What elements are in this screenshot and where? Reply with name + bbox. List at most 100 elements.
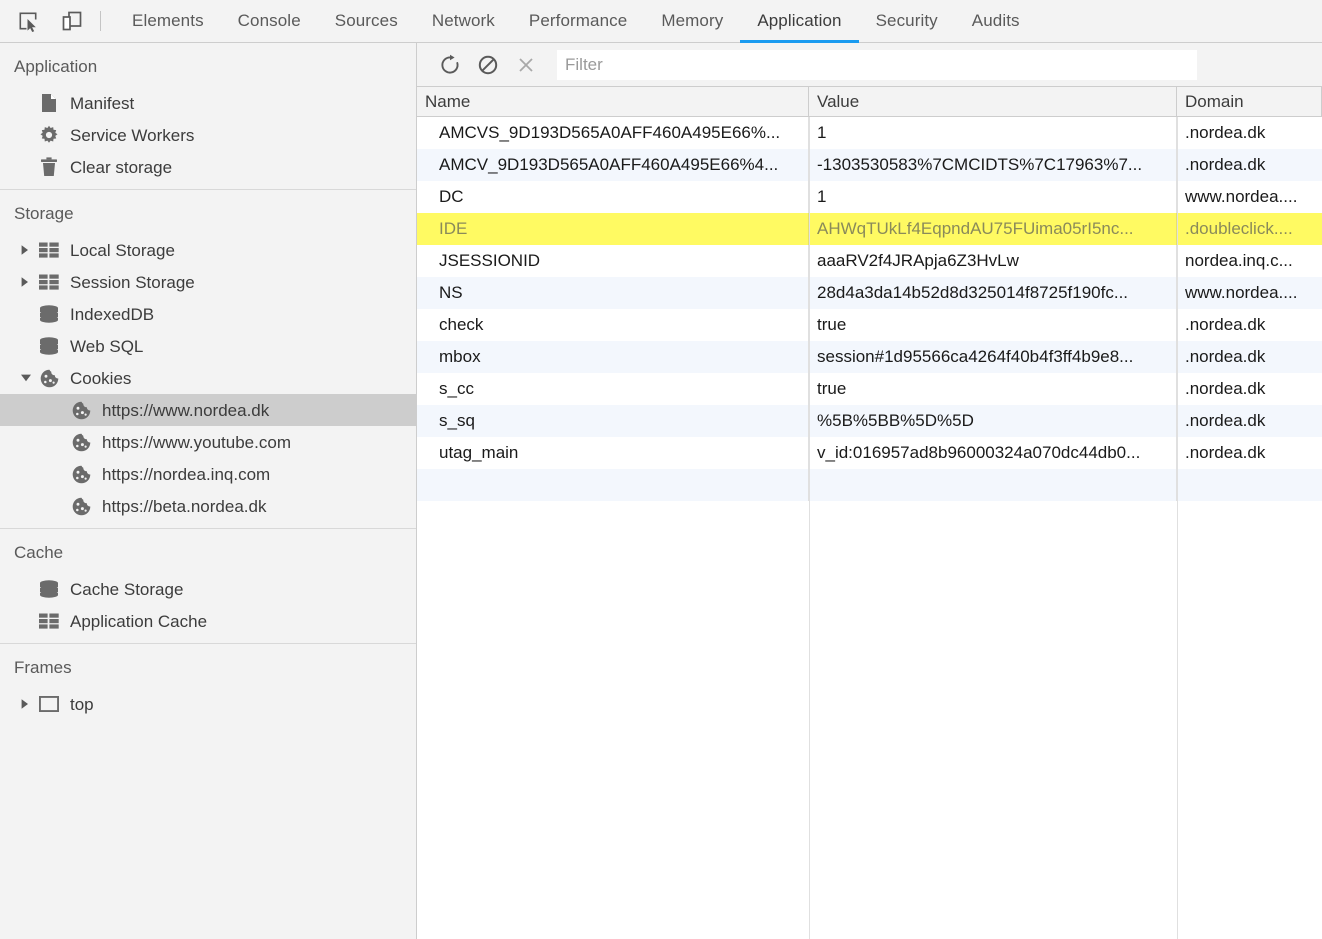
tab-security[interactable]: Security [859,0,955,42]
cell-domain: nordea.inq.c... [1177,245,1322,277]
cell-text: s_cc [439,379,474,398]
cell-domain: .nordea.dk [1177,309,1322,341]
application-sidebar: Application Manifest Service Workers Clear … [0,43,417,939]
sidebar-item-application-cache[interactable]: Application Cache [0,605,416,637]
cell-name: NS [417,277,809,309]
tab-memory[interactable]: Memory [644,0,740,42]
cell-domain: .nordea.dk [1177,405,1322,437]
tab-audits[interactable]: Audits [955,0,1037,42]
cell-domain: .doubleclick.... [1177,213,1322,245]
sidebar-item-cache-storage[interactable]: Cache Storage [0,573,416,605]
sidebar-item-https-nordea-inq-com[interactable]: https://nordea.inq.com [0,458,416,490]
cell-text: %5B%5BB%5D%5D [817,411,974,430]
cell-text: .nordea.dk [1185,379,1266,398]
delete-selected-cookie-icon[interactable] [509,48,543,82]
sidebar-section-application: Application Manifest Service Workers Clear … [0,43,416,189]
cell-text: AHWqTUkLf4EqpndAU75FUima05rI5nc... [817,219,1134,238]
table-row[interactable]: IDE AHWqTUkLf4EqpndAU75FUima05rI5nc... .do… [417,213,1322,245]
filter-input[interactable] [557,49,1197,80]
tab-sources[interactable]: Sources [318,0,415,42]
cell-domain: .nordea.dk [1177,341,1322,373]
tab-elements[interactable]: Elements [115,0,221,42]
trash-icon [36,157,62,177]
cookie-icon [68,497,94,516]
cell-value: %5B%5BB%5D%5D [809,405,1177,437]
grid-rows-container: AMCVS_9D193D565A0AFF460A495E66%... 1 .nord… [417,117,1322,501]
refresh-icon[interactable] [433,48,467,82]
table-row[interactable]: DC 1 www.nordea.... [417,181,1322,213]
table-row[interactable]: check true .nordea.dk [417,309,1322,341]
device-toolbar-icon[interactable] [58,7,86,35]
tab-console[interactable]: Console [221,0,318,42]
cell-text: mbox [439,347,481,366]
cell-name: utag_main [417,437,809,469]
chevron-down-icon[interactable] [20,373,34,383]
sidebar-item-top[interactable]: top [0,688,416,720]
cell-text: .nordea.dk [1185,411,1266,430]
sidebar-item-https-www-youtube-com[interactable]: https://www.youtube.com [0,426,416,458]
database-icon [36,580,62,598]
application-panel: Application Manifest Service Workers Clear … [0,43,1322,939]
cell-text: AMCVS_9D193D565A0AFF460A495E66%... [439,123,781,142]
table-row[interactable]: mbox session#1d95566ca4264f40b4f3ff4b9e8.… [417,341,1322,373]
sidebar-item-https-www-nordea-dk[interactable]: https://www.nordea.dk [0,394,416,426]
sidebar-item-label: https://nordea.inq.com [102,464,271,484]
sidebar-item-cookies[interactable]: Cookies [0,362,416,394]
cell-text: 28d4a3da14b52d8d325014f8725f190fc... [817,283,1129,302]
cell-text: s_sq [439,411,475,430]
table-row[interactable] [417,469,1322,501]
cell-name: JSESSIONID [417,245,809,277]
tab-label: Network [431,11,495,30]
sidebar-item-indexeddb[interactable]: IndexedDB [0,298,416,330]
sidebar-item-https-beta-nordea-dk[interactable]: https://beta.nordea.dk [0,490,416,522]
cell-text: 1 [817,187,827,206]
cell-name [417,469,809,501]
column-header-domain[interactable]: Domain [1177,87,1322,116]
chevron-right-icon[interactable] [20,698,34,710]
sidebar-item-label: https://beta.nordea.dk [102,496,267,516]
cell-value: 1 [809,117,1177,149]
sidebar-item-session-storage[interactable]: Session Storage [0,266,416,298]
sidebar-item-label: https://www.youtube.com [102,432,291,452]
column-header-label: Value [817,91,860,111]
cell-value: 28d4a3da14b52d8d325014f8725f190fc... [809,277,1177,309]
column-header-value[interactable]: Value [809,87,1177,116]
toolbar-divider [100,11,101,31]
tab-label: Memory [661,11,724,30]
cell-name: mbox [417,341,809,373]
cell-text: NS [439,283,463,302]
cell-text: aaaRV2f4JRApja6Z3HvLw [817,251,1019,270]
tab-label: Performance [528,11,628,30]
sidebar-item-clear-storage[interactable]: Clear storage [0,151,416,183]
cell-name: AMCVS_9D193D565A0AFF460A495E66%... [417,117,809,149]
sidebar-item-label: Cookies [70,368,132,388]
sidebar-item-local-storage[interactable]: Local Storage [0,234,416,266]
sidebar-item-service-workers[interactable]: Service Workers [0,119,416,151]
cell-name: s_sq [417,405,809,437]
sidebar-item-manifest[interactable]: Manifest [0,87,416,119]
table-row[interactable]: AMCV_9D193D565A0AFF460A495E66%4... -13035… [417,149,1322,181]
devtools-tool-icons [0,0,86,42]
chevron-right-icon[interactable] [20,276,34,288]
cookies-data-grid: Name Value Domain AMCVS_9D193D565A0AFF46… [417,87,1322,939]
table-row[interactable]: s_cc true .nordea.dk [417,373,1322,405]
tab-performance[interactable]: Performance [512,0,644,42]
cell-text: -1303530583%7CMCIDTS%7C17963%7... [817,155,1143,174]
clear-all-cookies-icon[interactable] [471,48,505,82]
inspect-element-icon[interactable] [14,7,42,35]
tab-network[interactable]: Network [415,0,512,42]
sidebar-section-frames: Frames top [0,643,416,726]
table-row[interactable]: s_sq %5B%5BB%5D%5D .nordea.dk [417,405,1322,437]
sidebar-item-web-sql[interactable]: Web SQL [0,330,416,362]
tab-application[interactable]: Application [740,0,859,43]
sidebar-item-label: Cache Storage [70,579,184,599]
table-icon [36,274,62,290]
table-row[interactable]: NS 28d4a3da14b52d8d325014f8725f190fc... ww… [417,277,1322,309]
chevron-right-icon[interactable] [20,244,34,256]
cell-value: true [809,309,1177,341]
table-row[interactable]: AMCVS_9D193D565A0AFF460A495E66%... 1 .nord… [417,117,1322,149]
table-row[interactable]: utag_main v_id:016957ad8b96000324a070dc44… [417,437,1322,469]
table-row[interactable]: JSESSIONID aaaRV2f4JRApja6Z3HvLw nordea.in… [417,245,1322,277]
column-header-name[interactable]: Name [417,87,809,116]
gear-icon [36,125,62,145]
